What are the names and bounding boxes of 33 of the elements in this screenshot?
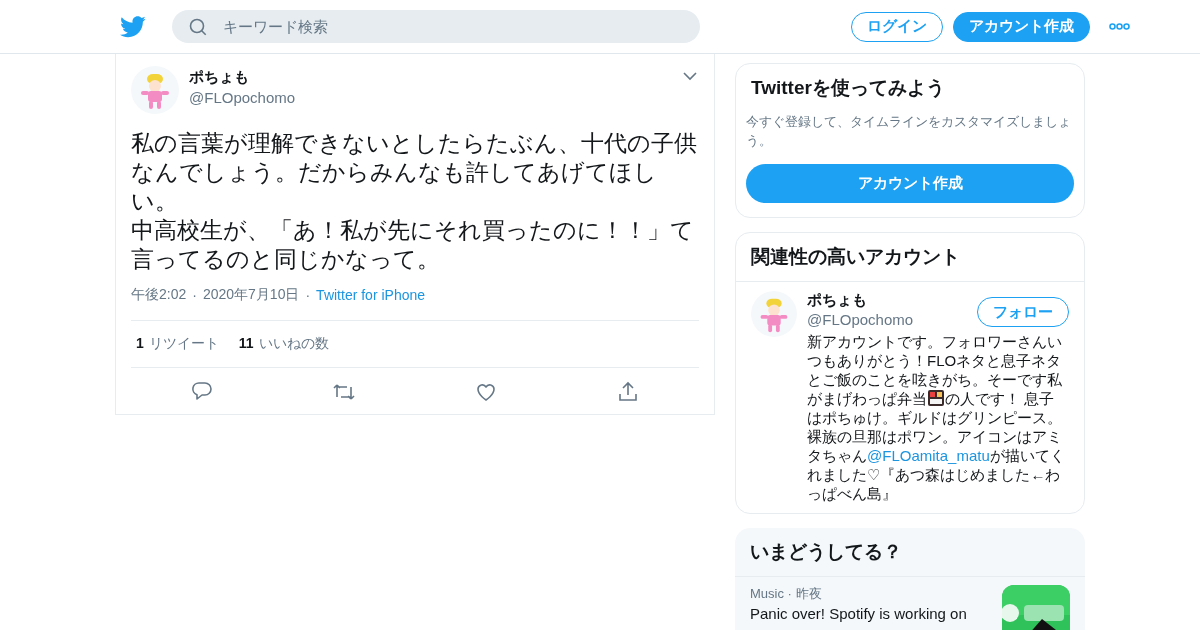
source-link[interactable]: Twitter for iPhone: [316, 287, 426, 303]
user-handle[interactable]: @FLOpochomo: [807, 311, 977, 328]
follow-button[interactable]: フォロー: [977, 297, 1069, 327]
chevron-down-icon[interactable]: [683, 72, 697, 81]
card-description: 今すぐ登録して、タイムラインをカスタマイズしましょう。: [745, 113, 1072, 150]
bird-logo-icon[interactable]: [120, 15, 146, 38]
share-icon[interactable]: [616, 380, 640, 402]
card-title: 関連性の高いアカウント: [736, 233, 1084, 282]
signup-button[interactable]: アカウント作成: [746, 164, 1074, 203]
tweet-time: 午後2:02: [131, 286, 187, 304]
dot-separator: ·: [305, 287, 311, 303]
mention-link[interactable]: @FLOamita_matu: [867, 447, 990, 464]
search-icon: [189, 18, 207, 36]
display-name[interactable]: ポちょも: [807, 291, 977, 310]
signup-button[interactable]: アカウント作成: [953, 11, 1090, 42]
card-title: Twitterを使ってみよう: [750, 76, 946, 100]
user-handle[interactable]: @FLOpochomo: [189, 89, 296, 106]
like-count[interactable]: 11 いいねの数: [238, 335, 329, 353]
display-name[interactable]: ポちょも: [189, 68, 296, 87]
bento-box-icon: [927, 389, 945, 407]
tweet-text: 私の言葉が理解できないとしたらたぶん、十代の子供なんでしょう。だからみんなも許してあげてほしい。: [131, 130, 698, 216]
account-bio: 新アカウントです。フォロワーさんいつもありがとう！FLOネタと息子ネタとご飯のことを呟きがち。そーです私がまげわっぱ弁当 の人です！ 息子はポちゅけ。ギルドはグリンピース。裸族の旦那はポワン。アイコンはアミタちゃん@FLOamita_matuが描いてくれました♡『あつ森はじめました←わっぱべん島』: [807, 332, 1066, 503]
tweet-text: 中高校生が、「あ！私が先にそれ買ったのに！！」て言ってるのと同じかなって。: [131, 217, 695, 274]
reply-icon[interactable]: [190, 380, 214, 402]
tweet-date: 2020年7月10日: [202, 286, 300, 304]
dot-separator: ·: [192, 287, 197, 303]
trend-meta: Music · 昨夜: [750, 585, 823, 603]
retweet-count[interactable]: 1 リツイート: [136, 335, 219, 353]
more-icon[interactable]: [1109, 23, 1130, 30]
card-title: いまどうしてる？: [735, 528, 1085, 577]
search-field[interactable]: キーワード検索: [172, 10, 700, 43]
trend-headline[interactable]: Panic over! Spotify is working on: [750, 605, 992, 622]
login-button[interactable]: ログイン: [851, 11, 943, 42]
